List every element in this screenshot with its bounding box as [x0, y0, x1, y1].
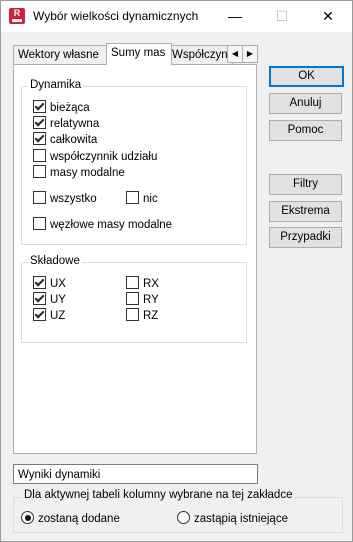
extremes-button[interactable]: Ekstrema [269, 201, 342, 222]
close-icon[interactable]: ✕ [305, 1, 351, 32]
checkbox-rx[interactable]: RX [126, 276, 159, 291]
checkbox-ux[interactable]: UX [33, 276, 66, 291]
checkbox-empty-icon [126, 308, 139, 322]
minimize-icon[interactable]: — [212, 1, 258, 32]
checkbox-empty-icon [33, 191, 46, 205]
checkbox-checked-icon [33, 132, 46, 146]
skladowe-group: Składowe UX UY UZ RX RY RZ [21, 255, 247, 343]
checkbox-ry[interactable]: RY [126, 292, 159, 307]
checkbox-wezlowe-masy-modalne[interactable]: węzłowe masy modalne [33, 217, 172, 232]
tab-scroll-right-icon[interactable]: ▶ [242, 45, 258, 63]
radio-empty-icon [177, 511, 190, 525]
checkbox-empty-icon [126, 191, 139, 205]
checkbox-empty-icon [126, 276, 139, 290]
radio-add-columns[interactable]: zostaną dodane [21, 511, 120, 526]
tab-wspolczynniki[interactable]: Współczynn [167, 45, 233, 64]
tab-scroll-left-icon[interactable]: ◀ [227, 45, 243, 63]
table-name-input[interactable]: Wyniki dynamiki [13, 464, 258, 484]
checkbox-empty-icon [33, 217, 46, 231]
cases-button[interactable]: Przypadki [269, 227, 342, 248]
help-button[interactable]: Pomoc [269, 120, 342, 141]
tab-panel: Dynamika bieżąca relatywna całkowita wsp… [13, 64, 257, 454]
title-bar: R Wybór wielkości dynamicznych — ☐ ✕ [1, 1, 352, 32]
filters-button[interactable]: Filtry [269, 174, 342, 195]
tab-wektory-wlasne[interactable]: Wektory własne [13, 45, 111, 64]
dynamika-group: Dynamika bieżąca relatywna całkowita wsp… [21, 79, 247, 245]
radio-selected-icon [21, 511, 34, 525]
checkbox-checked-icon [33, 292, 46, 306]
window-title: Wybór wielkości dynamicznych [33, 9, 199, 23]
radio-replace-columns[interactable]: zastąpią istniejące [177, 511, 288, 526]
checkbox-empty-icon [126, 292, 139, 306]
checkbox-calkowita[interactable]: całkowita [33, 132, 97, 147]
checkbox-masy-modalne[interactable]: masy modalne [33, 165, 125, 180]
checkbox-rz[interactable]: RZ [126, 308, 158, 323]
columns-group: Dla aktywnej tabeli kolumny wybrane na t… [13, 489, 343, 533]
dynamika-title: Dynamika [28, 79, 84, 91]
checkbox-empty-icon [33, 165, 46, 179]
cancel-button[interactable]: Anuluj [269, 93, 342, 114]
checkbox-relatywna[interactable]: relatywna [33, 116, 99, 131]
ok-button[interactable]: OK [269, 66, 344, 87]
checkbox-nic[interactable]: nic [126, 191, 158, 206]
checkbox-biezaca[interactable]: bieżąca [33, 100, 90, 115]
checkbox-uz[interactable]: UZ [33, 308, 65, 323]
checkbox-checked-icon [33, 100, 46, 114]
maximize-icon[interactable]: ☐ [259, 1, 305, 32]
dialog-window: R Wybór wielkości dynamicznych — ☐ ✕ Wek… [0, 0, 353, 542]
checkbox-uy[interactable]: UY [33, 292, 66, 307]
checkbox-wspolczynnik-udzialu[interactable]: współczynnik udziału [33, 149, 157, 164]
app-icon: R [9, 8, 25, 24]
checkbox-checked-icon [33, 116, 46, 130]
columns-group-title: Dla aktywnej tabeli kolumny wybrane na t… [22, 489, 295, 501]
skladowe-title: Składowe [28, 255, 82, 267]
checkbox-checked-icon [33, 276, 46, 290]
checkbox-checked-icon [33, 308, 46, 322]
tab-sumy-mas[interactable]: Sumy mas [106, 43, 172, 65]
checkbox-empty-icon [33, 149, 46, 163]
checkbox-wszystko[interactable]: wszystko [33, 191, 97, 206]
